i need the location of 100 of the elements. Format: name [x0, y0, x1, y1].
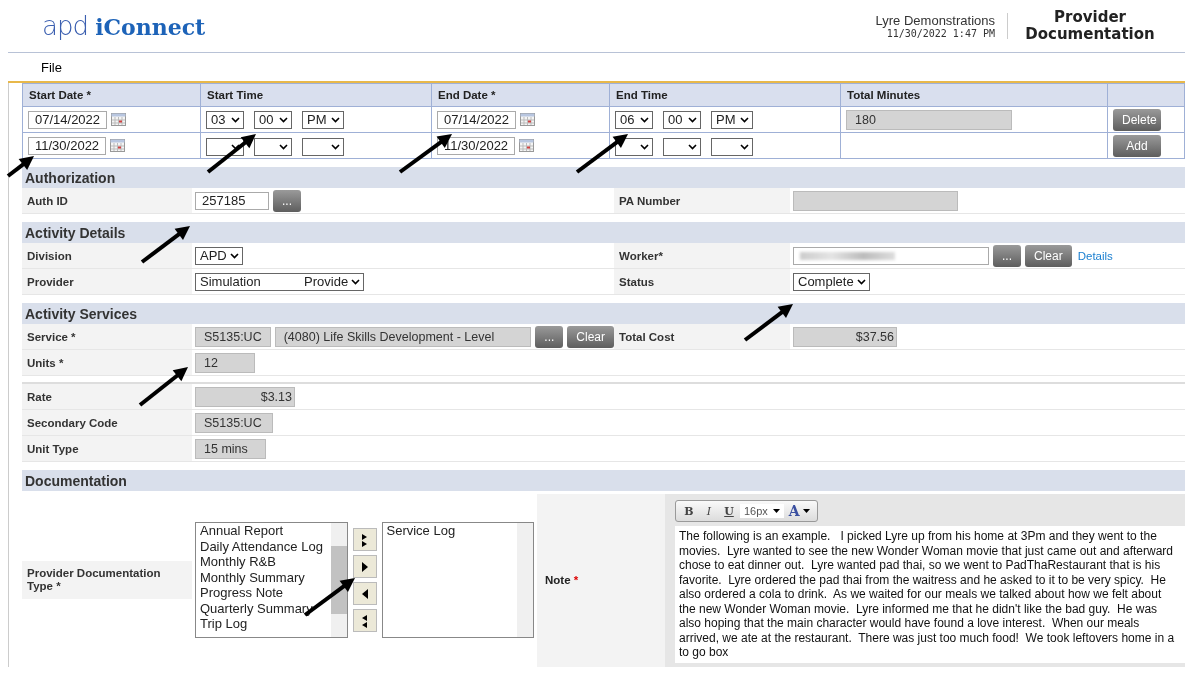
- caret-icon: [802, 509, 810, 513]
- left-arrow-icon: [361, 588, 368, 599]
- calendar-icon[interactable]: [110, 139, 126, 152]
- arrow: [575, 134, 628, 174]
- dropdown[interactable]: Simulation Provide: [195, 272, 365, 291]
- amount-field: $3.13: [195, 386, 295, 407]
- dropdown[interactable]: PM: [302, 110, 344, 129]
- field-label: Total Cost: [619, 330, 675, 343]
- field-label: Secondary Code: [27, 416, 118, 429]
- caret-icon: [772, 509, 780, 513]
- arrow: [743, 304, 793, 342]
- chevron-icon: [231, 116, 240, 123]
- section-header: Documentation: [22, 470, 1185, 491]
- field-label: Units *: [27, 356, 64, 369]
- field-label: Worker*: [619, 249, 663, 262]
- chevron-icon: [640, 116, 649, 123]
- note-text[interactable]: The following is an example. I picked Lyre up from his home at 3Pm and they went to the movies. Lyre wanted to see the new Wonder Woman movie that just came out and afterward chose to eat dinner out. Lyre wanted pad thai, so we went to PadThaRestaurant that is his favorite. Lyre ordered the pad thai from the waitress and he asked to it to be very spicy. He also ordered a cola to drink. As we waited for our meals we talked about how we felt about the new Wonder Woman movie. Lyre informed me that he didn't like the bad guy. He was also hoping that the main character would have found a love interest. When our meals arrived, we ate at the restaurant. There was just too much food! We took leftovers home in a to go box: [675, 526, 1185, 663]
- column-header: Start Date *: [22, 83, 201, 107]
- date-field[interactable]: 11/30/2022: [28, 136, 107, 155]
- user-name: Lyre Demonstrations: [875, 13, 995, 28]
- font-color-button[interactable]: A: [785, 503, 813, 519]
- calendar-icon[interactable]: [519, 139, 535, 152]
- chevron-icon: [331, 143, 340, 150]
- chevron-icon: [231, 143, 240, 150]
- details-link[interactable]: Details: [1077, 249, 1113, 262]
- section-header: Authorization: [22, 167, 1185, 188]
- field-label: Status: [619, 275, 655, 288]
- form-button[interactable]: ...: [535, 325, 564, 348]
- dropdown[interactable]: 00: [663, 110, 701, 129]
- column-header: End Date *: [431, 83, 610, 107]
- date-field[interactable]: 11/30/2022: [437, 136, 516, 155]
- form-button[interactable]: ...: [993, 244, 1021, 267]
- font-size-dropdown[interactable]: 16px: [740, 504, 784, 518]
- calendar-icon[interactable]: [520, 113, 536, 126]
- chevron-icon: [740, 116, 749, 123]
- form-button[interactable]: Clear: [567, 325, 614, 348]
- input-field[interactable]: 257185: [195, 191, 269, 210]
- column-header: End Time: [609, 83, 841, 107]
- chevron-icon: [279, 143, 288, 150]
- chevron-icon: [279, 116, 288, 123]
- list-item[interactable]: Service Log: [386, 523, 517, 539]
- date-field[interactable]: 07/14/2022: [28, 110, 108, 129]
- chevron-icon: [688, 116, 697, 123]
- dropdown[interactable]: 03: [206, 110, 244, 129]
- chevron-icon: [688, 143, 697, 150]
- move-all-left-button[interactable]: [352, 609, 377, 633]
- calendar-icon[interactable]: [111, 113, 127, 126]
- row-action-button[interactable]: Delete: [1113, 108, 1161, 131]
- menu-item[interactable]: File: [41, 59, 62, 75]
- blurred-input-field[interactable]: [793, 246, 989, 265]
- dropdown[interactable]: APD: [195, 246, 243, 265]
- field-label: Note *: [545, 574, 579, 587]
- form-button[interactable]: Clear: [1025, 244, 1072, 267]
- logo: apd iConnect: [42, 13, 206, 39]
- chevron-icon: [351, 278, 361, 285]
- field-label: Division: [27, 249, 72, 262]
- dropdown[interactable]: PM: [711, 110, 753, 129]
- readonly-field: S5135:UC: [195, 326, 271, 347]
- dropdown[interactable]: 00: [254, 110, 292, 129]
- field-label: Unit Type: [27, 442, 79, 455]
- section-header: Activity Details: [22, 222, 1185, 243]
- list-box[interactable]: Service Log: [381, 522, 534, 639]
- form-button[interactable]: ...: [273, 189, 301, 212]
- move-left-button[interactable]: [352, 582, 377, 606]
- chevron-icon: [229, 252, 239, 259]
- readonly-field: 12: [195, 352, 255, 373]
- date-time: 11/30/2022 1:47 PM: [886, 28, 995, 39]
- chevron-icon: [856, 278, 866, 285]
- field-label: Provider: [27, 275, 74, 288]
- dropdown[interactable]: Complete: [793, 272, 870, 291]
- field-label: Rate: [27, 390, 52, 403]
- double-left-arrow-icon: [361, 613, 368, 628]
- page-title: Provider Documentation: [1024, 9, 1156, 43]
- readonly-field: S5135:UC: [195, 412, 273, 433]
- dropdown[interactable]: 06: [615, 110, 653, 129]
- move-all-right-button[interactable]: [352, 528, 377, 552]
- field-label: Service *: [27, 330, 76, 343]
- column-header: Start Time: [200, 83, 432, 107]
- amount-field: $37.56: [793, 326, 897, 347]
- format-button[interactable]: B: [680, 504, 698, 518]
- arrow: [206, 134, 256, 174]
- section-header: Activity Services: [22, 303, 1185, 324]
- chevron-icon: [740, 143, 749, 150]
- format-button[interactable]: I: [700, 504, 718, 518]
- arrow: [138, 367, 188, 407]
- column-header: Total Minutes: [840, 83, 1108, 107]
- format-button[interactable]: U: [720, 504, 738, 518]
- readonly-field: 15 mins: [195, 438, 266, 459]
- date-field[interactable]: 07/14/2022: [437, 110, 517, 129]
- arrow: [140, 226, 190, 264]
- readonly-field: (4080) Life Skills Development - Level: [274, 326, 532, 347]
- row-action-button[interactable]: Add: [1113, 134, 1161, 157]
- total-minutes-field: 180: [846, 109, 1012, 130]
- chevron-icon: [331, 116, 340, 123]
- chevron-icon: [640, 143, 649, 150]
- scrollbar[interactable]: [517, 523, 533, 638]
- field-label: Provider Documentation Type *: [22, 561, 192, 600]
- right-arrow-icon: [361, 561, 368, 572]
- move-right-button[interactable]: [352, 555, 377, 579]
- double-right-arrow-icon: [361, 532, 368, 547]
